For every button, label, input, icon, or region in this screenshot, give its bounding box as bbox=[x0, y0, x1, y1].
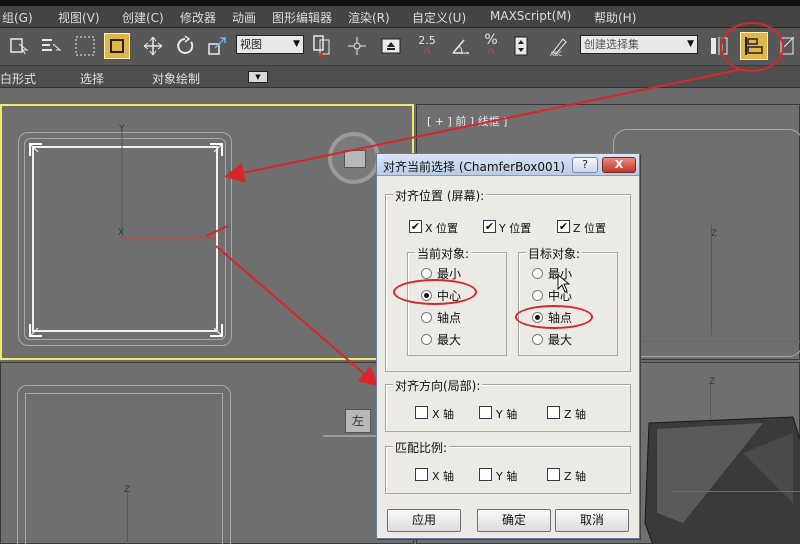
apply-label: 应用 bbox=[411, 513, 436, 527]
align-position-title: 对齐位置 (屏幕): bbox=[393, 187, 487, 204]
orient-y-label: Y 轴 bbox=[496, 408, 518, 421]
target-object-title: 目标对象: bbox=[526, 245, 583, 262]
align-selection-dialog: 对齐当前选择 (ChamferBox001) ? X 对齐位置 (屏幕): ✔ … bbox=[376, 153, 640, 539]
close-button[interactable]: X bbox=[602, 157, 636, 173]
x-position-label: X 位置 bbox=[425, 222, 459, 235]
current-max-radio[interactable] bbox=[421, 334, 432, 345]
annotation-ellipse-target-pivot bbox=[515, 305, 593, 329]
current-pivot-radio[interactable] bbox=[421, 312, 432, 323]
cancel-button[interactable]: 取消 bbox=[555, 509, 629, 532]
orient-x-label: X 轴 bbox=[432, 408, 455, 421]
help-icon: ? bbox=[582, 158, 588, 171]
orient-z-label: Z 轴 bbox=[564, 408, 587, 421]
scale-z-label: Z 轴 bbox=[564, 470, 587, 483]
orient-z-checkbox[interactable] bbox=[547, 406, 560, 419]
help-button[interactable]: ? bbox=[572, 157, 598, 173]
current-pivot-label: 轴点 bbox=[437, 311, 462, 325]
target-min-radio[interactable] bbox=[532, 268, 543, 279]
scale-z-checkbox[interactable] bbox=[547, 468, 560, 481]
close-icon: X bbox=[614, 158, 624, 171]
cancel-label: 取消 bbox=[579, 513, 604, 527]
ok-button[interactable]: 确定 bbox=[477, 509, 551, 532]
z-position-checkbox[interactable]: ✔ bbox=[557, 220, 570, 233]
current-object-title: 当前对象: bbox=[415, 245, 472, 262]
annotation-ellipse-current-center bbox=[393, 279, 477, 305]
dialog-title-bar[interactable]: 对齐当前选择 (ChamferBox001) ? X bbox=[377, 154, 639, 176]
y-position-label: Y 位置 bbox=[499, 222, 532, 235]
match-scale-title: 匹配比例: bbox=[393, 439, 450, 456]
target-center-radio[interactable] bbox=[532, 290, 543, 301]
z-position-label: Z 位置 bbox=[573, 222, 607, 235]
scale-x-checkbox[interactable] bbox=[415, 468, 428, 481]
orient-x-checkbox[interactable] bbox=[415, 406, 428, 419]
mouse-cursor-icon bbox=[557, 274, 571, 293]
scale-y-label: Y 轴 bbox=[496, 470, 518, 483]
apply-button[interactable]: 应用 bbox=[387, 509, 461, 532]
ok-label: 确定 bbox=[501, 513, 526, 527]
scale-y-checkbox[interactable] bbox=[479, 468, 492, 481]
y-position-checkbox[interactable]: ✔ bbox=[483, 220, 496, 233]
target-max-label: 最大 bbox=[548, 333, 573, 347]
current-min-radio[interactable] bbox=[421, 268, 432, 279]
dialog-title: 对齐当前选择 (ChamferBox001) bbox=[383, 160, 565, 174]
x-position-checkbox[interactable]: ✔ bbox=[409, 220, 422, 233]
orient-y-checkbox[interactable] bbox=[479, 406, 492, 419]
align-orientation-title: 对齐方向(局部): bbox=[393, 377, 483, 394]
target-max-radio[interactable] bbox=[532, 334, 543, 345]
current-max-label: 最大 bbox=[437, 333, 462, 347]
scale-x-label: X 轴 bbox=[432, 470, 455, 483]
